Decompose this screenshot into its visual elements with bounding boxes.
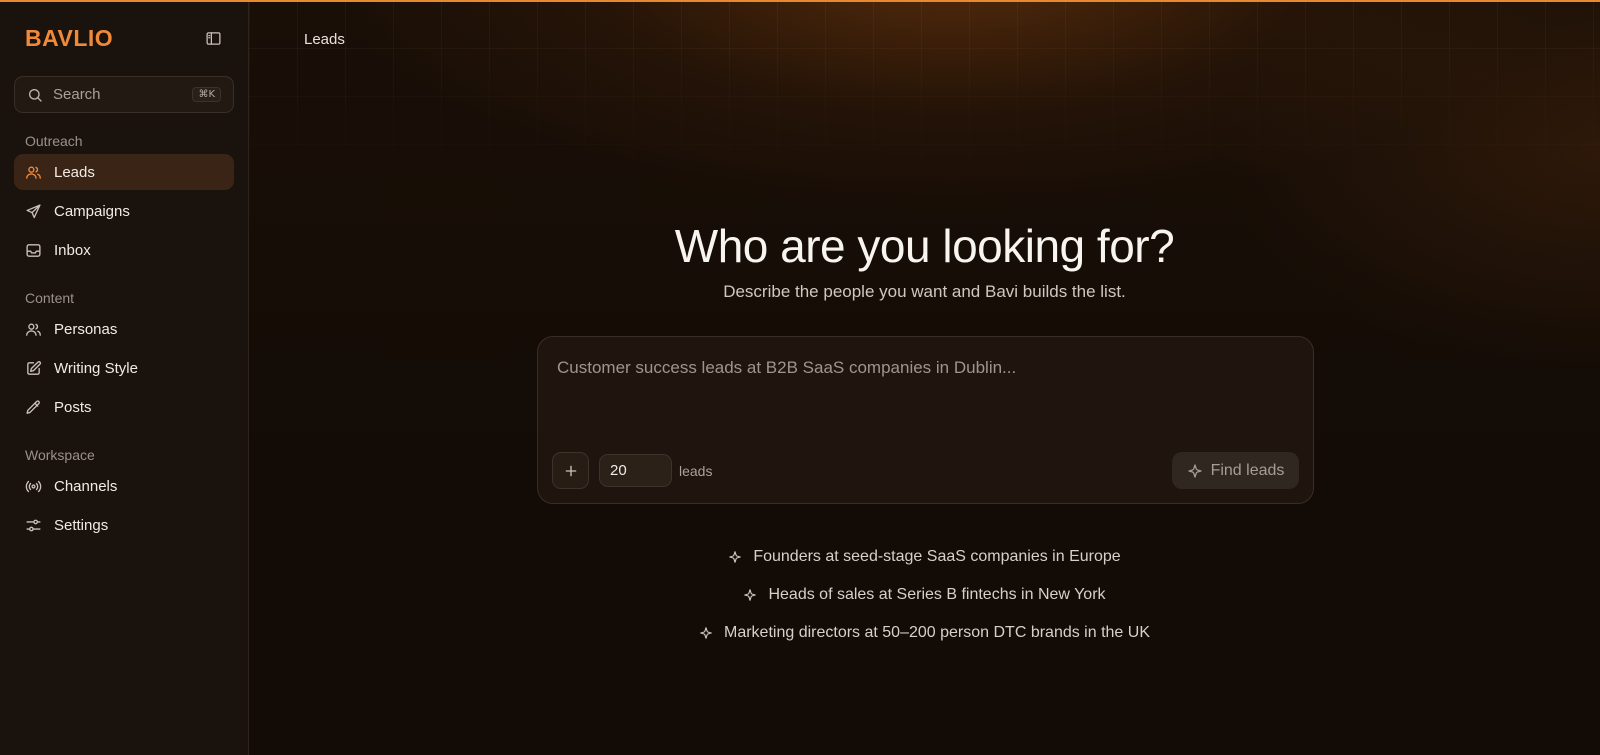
broadcast-icon bbox=[25, 478, 42, 495]
lead-count-input[interactable]: 20 bbox=[599, 454, 672, 487]
suggestion-list: Founders at seed-stage SaaS companies in… bbox=[249, 538, 1600, 652]
lead-query-input[interactable]: Customer success leads at B2B SaaS compa… bbox=[557, 358, 1294, 378]
sidebar-item-label: Inbox bbox=[54, 241, 91, 259]
page-subtitle: Describe the people you want and Bavi bu… bbox=[723, 282, 1126, 301]
sidebar-item-campaigns[interactable]: Campaigns bbox=[14, 193, 234, 229]
add-attachment-button[interactable] bbox=[552, 452, 589, 489]
top-accent-line bbox=[0, 0, 1600, 2]
sidebar-item-posts[interactable]: Posts bbox=[14, 389, 234, 425]
background-grid bbox=[249, 0, 1600, 200]
edit-square-icon bbox=[25, 360, 42, 377]
suggestion-text: Founders at seed-stage SaaS companies in… bbox=[753, 548, 1121, 565]
sparkle-icon bbox=[743, 588, 757, 602]
suggestion-item[interactable]: Heads of sales at Series B fintechs in N… bbox=[249, 576, 1600, 614]
section-label-content: Content bbox=[25, 290, 75, 306]
sidebar-item-label: Writing Style bbox=[54, 359, 138, 377]
sparkle-icon bbox=[699, 626, 713, 640]
sidebar: BAVLIO Search ⌘K Outreach Leads Campaign… bbox=[0, 0, 249, 755]
section-label-outreach: Outreach bbox=[25, 133, 83, 149]
sidebar-item-inbox[interactable]: Inbox bbox=[14, 232, 234, 268]
suggestion-item[interactable]: Marketing directors at 50–200 person DTC… bbox=[249, 614, 1600, 652]
logo[interactable]: BAVLIO bbox=[25, 25, 113, 52]
plus-icon bbox=[563, 463, 579, 479]
sidebar-toggle-icon[interactable] bbox=[202, 27, 224, 49]
sidebar-item-personas[interactable]: Personas bbox=[14, 311, 234, 347]
lead-count-unit: leads bbox=[679, 463, 713, 479]
search-icon bbox=[27, 87, 43, 103]
users-icon bbox=[25, 164, 42, 181]
sidebar-item-writing-style[interactable]: Writing Style bbox=[14, 350, 234, 386]
section-label-workspace: Workspace bbox=[25, 447, 95, 463]
sparkle-icon bbox=[1187, 463, 1203, 479]
sidebar-item-channels[interactable]: Channels bbox=[14, 468, 234, 504]
main-content: Leads Who are you looking for? Describe … bbox=[249, 0, 1600, 755]
sparkle-icon bbox=[728, 550, 742, 564]
lead-query-composer: Customer success leads at B2B SaaS compa… bbox=[537, 336, 1314, 504]
find-leads-label: Find leads bbox=[1210, 461, 1285, 479]
send-icon bbox=[25, 203, 42, 220]
search-input[interactable]: Search ⌘K bbox=[14, 76, 234, 113]
search-placeholder: Search bbox=[53, 86, 101, 103]
pencil-icon bbox=[25, 399, 42, 416]
sidebar-item-leads[interactable]: Leads bbox=[14, 154, 234, 190]
sidebar-item-label: Campaigns bbox=[54, 202, 130, 220]
inbox-icon bbox=[25, 242, 42, 259]
hero: Who are you looking for? Describe the pe… bbox=[249, 218, 1600, 302]
suggestion-item[interactable]: Founders at seed-stage SaaS companies in… bbox=[249, 538, 1600, 576]
sidebar-item-label: Leads bbox=[54, 163, 95, 181]
users-icon bbox=[25, 321, 42, 338]
sidebar-item-label: Channels bbox=[54, 477, 118, 495]
search-shortcut-badge: ⌘K bbox=[192, 87, 221, 102]
sidebar-item-label: Posts bbox=[54, 398, 92, 416]
sidebar-item-label: Personas bbox=[54, 320, 118, 338]
sliders-icon bbox=[25, 517, 42, 534]
sidebar-item-settings[interactable]: Settings bbox=[14, 507, 234, 543]
brand-row: BAVLIO bbox=[14, 0, 234, 76]
app-shell: BAVLIO Search ⌘K Outreach Leads Campaign… bbox=[0, 0, 1600, 755]
sidebar-item-label: Settings bbox=[54, 516, 109, 534]
find-leads-button[interactable]: Find leads bbox=[1172, 452, 1299, 489]
breadcrumb: Leads bbox=[304, 31, 345, 48]
suggestion-text: Heads of sales at Series B fintechs in N… bbox=[768, 586, 1106, 603]
suggestion-text: Marketing directors at 50–200 person DTC… bbox=[724, 624, 1150, 641]
page-title: Who are you looking for? bbox=[674, 220, 1175, 272]
